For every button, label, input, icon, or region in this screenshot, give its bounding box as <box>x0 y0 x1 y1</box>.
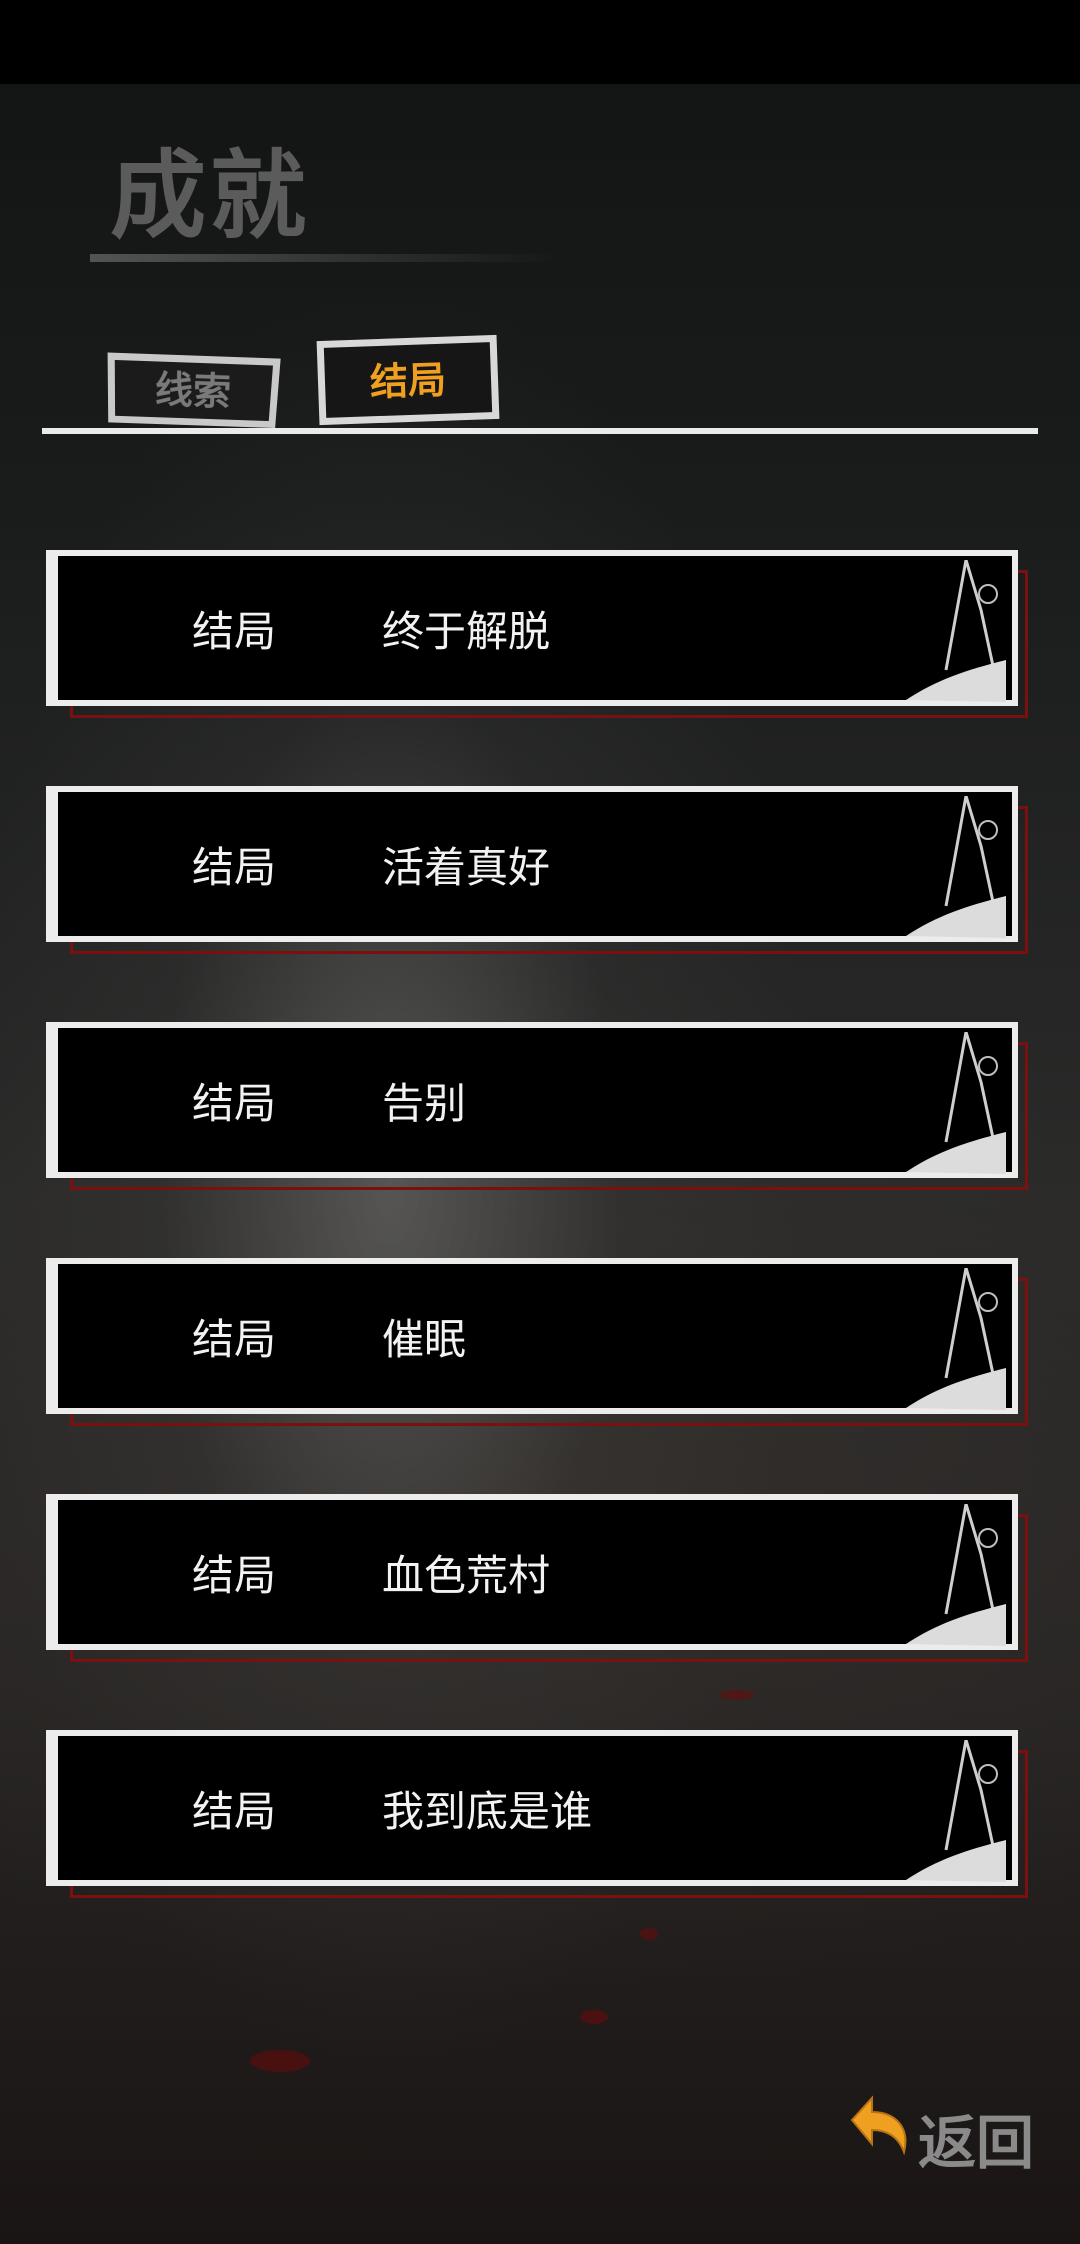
hanging-figure-icon <box>906 1268 1006 1410</box>
ending-type-label: 结局 <box>192 1315 277 1364</box>
ending-name: 血色荒村 <box>382 1551 551 1600</box>
achievements-screen: 成就 线索 结局 结局 终于解脱 结局 活着真好 结局 告别 结局 催眠 结局 … <box>0 0 1080 2244</box>
back-button[interactable]: 返回 <box>838 2090 1038 2177</box>
blood-splatter <box>720 1690 754 1700</box>
ending-row[interactable]: 结局 告别 <box>46 1022 1028 1190</box>
tab-endings[interactable]: 结局 <box>316 334 500 426</box>
hanging-figure-icon <box>906 1032 1006 1174</box>
blood-splatter <box>580 2010 608 2024</box>
hanging-figure-icon <box>906 560 1006 702</box>
tab-clues[interactable]: 线索 <box>107 352 281 429</box>
hanging-figure-icon <box>906 1504 1006 1646</box>
ending-type-label: 结局 <box>192 1551 277 1600</box>
status-bar <box>0 0 1080 84</box>
ending-name: 活着真好 <box>382 843 551 892</box>
ending-type-label: 结局 <box>192 1787 277 1836</box>
page-title: 成就 <box>110 140 310 252</box>
hanging-figure-icon <box>906 796 1006 938</box>
ending-type-label: 结局 <box>192 607 277 656</box>
ending-row[interactable]: 结局 血色荒村 <box>46 1494 1028 1662</box>
hanging-figure-icon <box>906 1740 1006 1882</box>
ending-name: 告别 <box>382 1079 467 1128</box>
return-arrow-icon <box>850 2095 907 2156</box>
blood-splatter <box>640 1928 658 1940</box>
back-label: 返回 <box>918 2109 1035 2177</box>
tab-divider <box>42 428 1038 434</box>
ending-row[interactable]: 结局 活着真好 <box>46 786 1028 954</box>
title-underline <box>90 254 560 262</box>
ending-row[interactable]: 结局 终于解脱 <box>46 550 1028 718</box>
blood-splatter <box>250 2050 310 2072</box>
ending-name: 催眠 <box>382 1315 467 1364</box>
ending-name: 终于解脱 <box>382 607 551 656</box>
ending-name: 我到底是谁 <box>382 1787 593 1836</box>
ending-row[interactable]: 结局 催眠 <box>46 1258 1028 1426</box>
ending-type-label: 结局 <box>192 843 277 892</box>
ending-type-label: 结局 <box>192 1079 277 1128</box>
ending-row[interactable]: 结局 我到底是谁 <box>46 1730 1028 1898</box>
